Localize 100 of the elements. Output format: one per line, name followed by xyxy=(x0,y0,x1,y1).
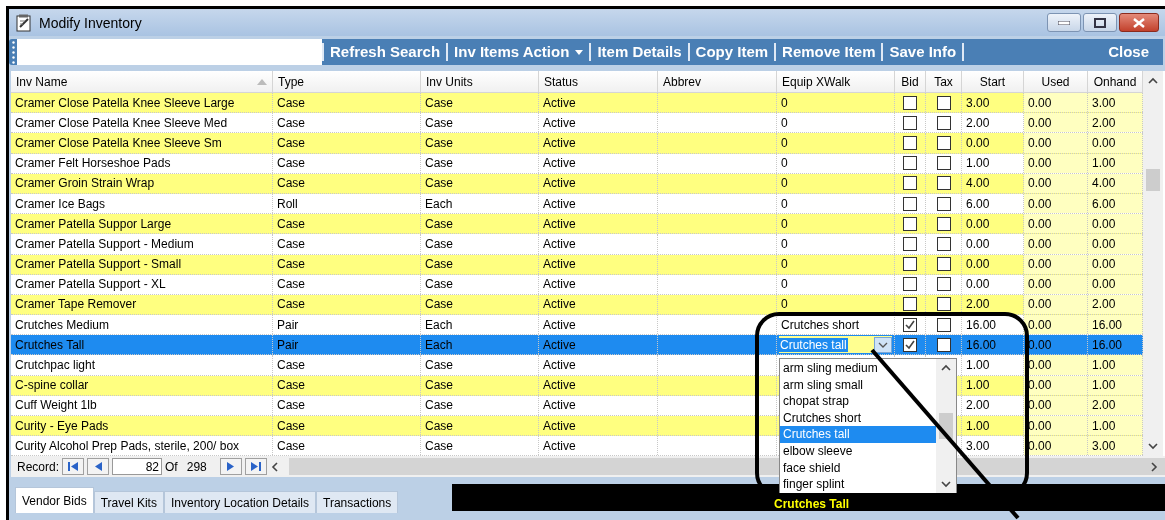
close-button[interactable]: Close xyxy=(1102,43,1155,61)
table-row[interactable]: Cramer Patella Suppor Large Case Case Active 0 0.00 0.00 0.00 xyxy=(11,214,1143,235)
dropdown-option[interactable]: arm sling medium xyxy=(780,360,936,377)
checkbox[interactable] xyxy=(903,176,917,191)
table-row[interactable]: Cramer Patella Support - XL Case Case Active 0 0.00 0.00 0.00 xyxy=(11,274,1143,295)
tab[interactable]: Vendor Bids xyxy=(15,487,94,514)
toolbar-button[interactable]: Refresh Search xyxy=(322,43,447,61)
table-cell: Cramer Felt Horseshoe Pads xyxy=(15,156,171,171)
scroll-thumb[interactable] xyxy=(1146,169,1160,191)
checkbox[interactable] xyxy=(936,196,951,211)
table-cell: Case xyxy=(277,297,305,312)
table-row[interactable]: Cramer Close Patella Knee Sleeve Large Case Case Active 0 3.00 0.00 3.00 xyxy=(11,93,1143,114)
checkbox[interactable] xyxy=(903,95,917,110)
column-header[interactable]: Bid xyxy=(895,71,926,92)
record-field[interactable]: 82 xyxy=(112,458,163,476)
dropdown-option[interactable]: elbow sleeve xyxy=(780,442,936,460)
table-cell: Case xyxy=(425,135,453,150)
last-record-button[interactable] xyxy=(244,458,267,476)
toolbar-button[interactable]: Item Details xyxy=(589,43,688,61)
close-button[interactable] xyxy=(1119,13,1159,32)
next-record-button[interactable] xyxy=(219,458,242,476)
combo-field[interactable]: Crutches tall xyxy=(779,336,892,354)
checkbox[interactable] xyxy=(903,115,917,130)
scroll-right-icon[interactable] xyxy=(1149,461,1159,472)
tab[interactable]: Travel Kits xyxy=(93,491,164,514)
table-cell: 1.00 xyxy=(1092,358,1116,373)
dropdown-option[interactable]: face shield xyxy=(780,459,936,477)
table-row[interactable]: Cramer Felt Horseshoe Pads Case Case Active 0 1.00 0.00 1.00 xyxy=(11,153,1143,174)
grip-icon[interactable] xyxy=(9,39,17,65)
scroll-up-icon[interactable] xyxy=(1148,76,1158,86)
dropdown-option[interactable]: chopat strap xyxy=(780,393,936,410)
table-row[interactable]: Cramer Tape Remover Case Case Active 0 2.00 0.00 2.00 xyxy=(11,294,1143,316)
table-cell: 0.00 xyxy=(1092,135,1116,150)
table-row[interactable]: Crutches Tall Pair Each Active Crutches tall 16.00 0.00 16.00 xyxy=(11,335,1143,356)
column-header[interactable]: Used xyxy=(1024,71,1088,92)
menu-button[interactable]: Inv Items Action xyxy=(446,43,590,61)
checkbox[interactable] xyxy=(903,236,917,251)
previous-record-button[interactable] xyxy=(87,458,110,476)
table-row[interactable]: Cramer Close Patella Knee Sleeve Sm Case Case Active 0 0.00 0.00 0.00 xyxy=(11,133,1143,154)
table-cell: 6.00 xyxy=(966,196,990,211)
checkbox[interactable] xyxy=(903,257,917,272)
column-header[interactable]: Status xyxy=(539,71,658,92)
first-record-button[interactable] xyxy=(62,458,85,476)
column-header[interactable]: Abbrev xyxy=(658,71,777,92)
scroll-left-icon[interactable] xyxy=(269,461,280,472)
tab[interactable]: Inventory Location Details xyxy=(163,491,317,514)
column-header[interactable]: Inv Units xyxy=(421,71,539,92)
table-row[interactable]: Cramer Groin Strain Wrap Case Case Active 0 4.00 0.00 4.00 xyxy=(11,173,1143,194)
vertical-scrollbar[interactable] xyxy=(1143,71,1163,457)
column-header[interactable]: Type xyxy=(273,71,421,92)
checkbox[interactable] xyxy=(903,337,917,352)
checkbox[interactable] xyxy=(936,176,951,191)
checkbox[interactable] xyxy=(903,277,917,292)
checkbox[interactable] xyxy=(903,156,917,171)
toolbar-button[interactable]: Save Info xyxy=(881,43,965,61)
checkbox[interactable] xyxy=(903,196,917,211)
scroll-up-icon[interactable] xyxy=(941,363,951,373)
table-cell: Cramer Close Patella Knee Sleeve Sm xyxy=(15,135,222,150)
checkbox[interactable] xyxy=(936,277,951,292)
checkbox[interactable] xyxy=(936,216,951,231)
tab[interactable]: Transactions xyxy=(316,491,399,514)
checkbox[interactable] xyxy=(936,297,951,312)
checkbox[interactable] xyxy=(936,135,951,150)
checkbox[interactable] xyxy=(936,95,951,110)
column-header[interactable]: Start xyxy=(962,71,1024,92)
checkbox[interactable] xyxy=(936,236,951,251)
table-row[interactable]: Cramer Patella Support - Medium Case Case Active 0 0.00 0.00 0.00 xyxy=(11,234,1143,255)
checkbox[interactable] xyxy=(903,317,917,332)
maximize-button[interactable] xyxy=(1083,13,1117,32)
checkbox[interactable] xyxy=(936,337,951,352)
dropdown-list[interactable]: arm sling medium arm sling small chopat strap Crutches short Crutches tall elbow sleeve face shield finger splint xyxy=(779,358,957,494)
checkbox[interactable] xyxy=(903,135,917,150)
table-row[interactable]: Cramer Patella Support - Small Case Case Active 0 0.00 0.00 0.00 xyxy=(11,254,1143,275)
column-header[interactable]: Equip XWalk xyxy=(777,71,895,92)
column-header[interactable]: Inv Name xyxy=(11,71,273,92)
toolbar-button[interactable]: Copy Item xyxy=(687,43,775,61)
scroll-down-icon[interactable] xyxy=(941,479,951,489)
table-cell: Active xyxy=(543,317,576,332)
table-cell: 3.00 xyxy=(966,438,990,453)
checkbox[interactable] xyxy=(903,297,917,312)
dropdown-option[interactable]: finger splint xyxy=(780,476,936,493)
dropdown-button[interactable] xyxy=(874,336,892,353)
table-cell: 0.00 xyxy=(966,257,990,272)
table-cell: 1.00 xyxy=(966,418,990,433)
table-cell: 0.00 xyxy=(1028,257,1052,272)
checkbox[interactable] xyxy=(903,216,917,231)
dropdown-option[interactable]: arm sling small xyxy=(780,376,936,394)
checkbox[interactable] xyxy=(936,156,951,171)
table-cell: Active xyxy=(543,257,576,272)
toolbar-button[interactable]: Remove Item xyxy=(774,43,882,61)
dropdown-option[interactable]: Crutches tall xyxy=(780,426,936,443)
column-header[interactable]: Tax xyxy=(926,71,962,92)
table-cell: Case xyxy=(277,378,305,393)
scroll-down-icon[interactable] xyxy=(1148,441,1158,452)
table-cell: 4.00 xyxy=(966,176,990,191)
checkbox[interactable] xyxy=(936,317,951,332)
dropdown-scrollbar[interactable] xyxy=(936,359,956,493)
checkbox[interactable] xyxy=(936,115,951,130)
checkbox[interactable] xyxy=(936,257,951,272)
table-cell: 0.00 xyxy=(966,216,990,231)
